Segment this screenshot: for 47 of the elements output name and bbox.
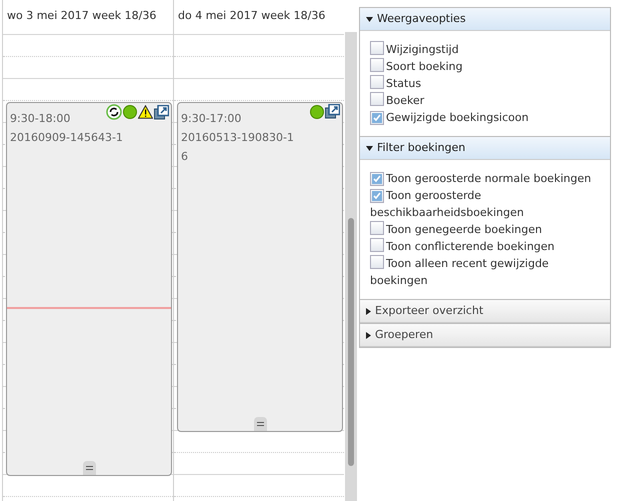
- checkbox[interactable]: [370, 255, 384, 269]
- checkbox[interactable]: [370, 41, 384, 55]
- option-label[interactable]: Boeker: [370, 92, 600, 109]
- checkbox[interactable]: [370, 111, 384, 125]
- section-title: Weergaveopties: [377, 10, 466, 27]
- section-header[interactable]: Weergaveopties: [360, 8, 610, 31]
- option-label[interactable]: Soort boeking: [370, 58, 600, 75]
- status-dot-icon: [123, 105, 137, 119]
- status-dot-icon: [310, 104, 324, 118]
- booking-time: 9:30-18:00: [10, 111, 70, 127]
- day-header: wo 3 mei 2017 week 18/36: [3, 0, 173, 35]
- checkbox[interactable]: [370, 58, 384, 72]
- caret-down-icon: [366, 146, 373, 150]
- option-label[interactable]: Gewijzigde boekingsicoon: [370, 109, 600, 126]
- booking-time: 9:30-17:00: [181, 111, 242, 127]
- section-header[interactable]: Filter boekingen: [360, 137, 610, 160]
- checkbox[interactable]: [370, 189, 384, 203]
- option-label[interactable]: Toon alleen recent gewijzigde boekingen: [370, 255, 600, 289]
- external-link-icon[interactable]: [154, 104, 169, 120]
- caret-right-icon: [366, 332, 371, 338]
- option-label[interactable]: Wijzigingstijd: [370, 41, 600, 58]
- booking-code: 20160513-190830-1 6: [181, 130, 294, 165]
- option-label[interactable]: Status: [370, 75, 600, 92]
- resize-handle-icon[interactable]: [254, 417, 266, 431]
- day-header: do 4 mei 2017 week 18/36: [174, 0, 344, 35]
- section-title: Filter boekingen: [377, 140, 466, 156]
- option-label[interactable]: Toon conflicterende boekingen: [370, 238, 600, 255]
- external-link-icon[interactable]: [325, 104, 340, 119]
- section-header[interactable]: Groeperen: [360, 324, 610, 347]
- resize-handle-icon[interactable]: [82, 461, 96, 475]
- section-title: Exporteer overzicht: [375, 302, 484, 319]
- scrollbar-thumb[interactable]: [348, 218, 354, 466]
- section-header[interactable]: Exporteer overzicht: [360, 300, 610, 323]
- checkbox[interactable]: [370, 221, 384, 235]
- checkbox[interactable]: [370, 92, 384, 106]
- caret-down-icon: [366, 16, 373, 22]
- option-label[interactable]: Toon geroosterde normale boekingen: [370, 170, 600, 187]
- option-label[interactable]: Toon geroosterde beschikbaarheidsboekingen: [370, 187, 600, 221]
- section-title: Groeperen: [375, 326, 434, 343]
- booking-card[interactable]: 9:30-18:00 20160909-145643-1: [6, 102, 172, 476]
- checkbox[interactable]: [370, 75, 384, 89]
- option-label[interactable]: Toon genegeerde boekingen: [370, 221, 600, 238]
- caret-right-icon: [366, 308, 371, 314]
- checkbox[interactable]: [370, 238, 384, 252]
- booking-code: 20160909-145643-1: [10, 130, 123, 146]
- booking-card[interactable]: 9:30-17:00 20160513-190830-1 6: [177, 102, 343, 432]
- checkbox[interactable]: [370, 172, 384, 186]
